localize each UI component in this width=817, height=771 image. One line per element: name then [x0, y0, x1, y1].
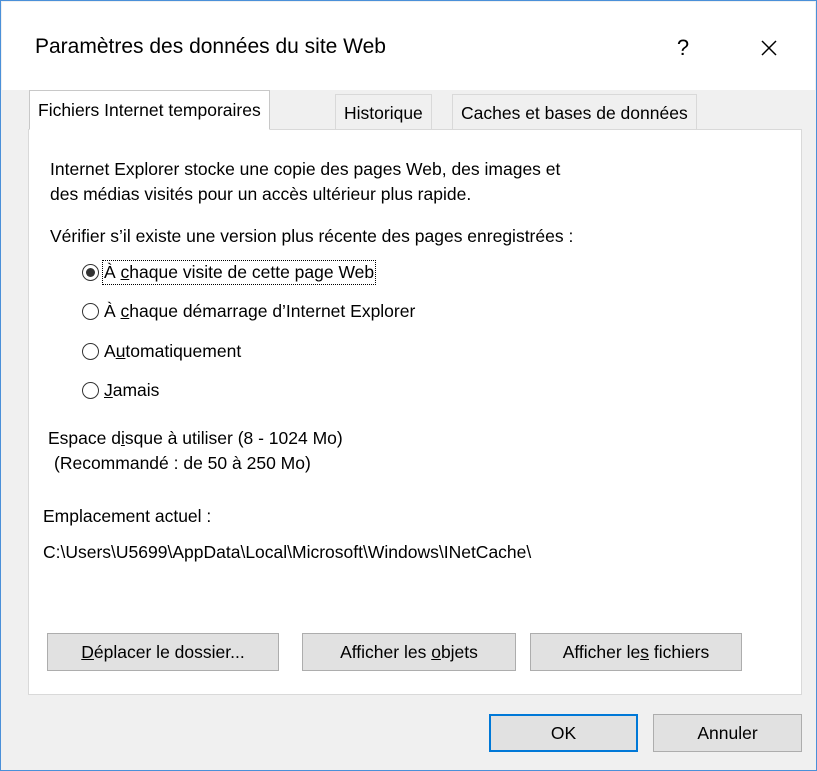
move-folder-button[interactable]: Déplacer le dossier...: [47, 633, 279, 671]
cancel-button[interactable]: Annuler: [653, 714, 802, 752]
disk-recommended-label: (Recommandé : de 50 à 250 Mo): [54, 453, 311, 473]
radio-never[interactable]: Jamais: [82, 377, 159, 403]
radio-automatic[interactable]: Automatiquement: [82, 338, 241, 364]
radio-each-visit[interactable]: À chaque visite de cette page Web: [82, 259, 377, 285]
description-line-1: Internet Explorer stocke une copie des p…: [50, 159, 561, 179]
location-label: Emplacement actuel :: [43, 506, 212, 526]
tab-historique[interactable]: Historique: [335, 94, 432, 130]
radio-label: Jamais: [104, 379, 160, 400]
radio-button[interactable]: [82, 342, 99, 360]
close-icon: [761, 40, 777, 56]
view-files-button[interactable]: Afficher les fichiers: [530, 633, 742, 671]
radio-button[interactable]: [82, 302, 99, 320]
view-objects-button[interactable]: Afficher les objets: [302, 633, 516, 671]
radio-button[interactable]: [82, 381, 99, 399]
close-button[interactable]: [747, 28, 791, 68]
radio-label: Automatiquement: [104, 340, 242, 361]
location-path: C:\Users\U5699\AppData\Local\Microsoft\W…: [43, 542, 532, 562]
tab-caches[interactable]: Caches et bases de données: [452, 94, 697, 130]
help-button[interactable]: ?: [663, 28, 703, 68]
radio-button[interactable]: [82, 263, 99, 281]
radio-label: À chaque démarrage d’Internet Explorer: [104, 300, 416, 321]
tab-fichiers-internet[interactable]: Fichiers Internet temporaires: [29, 90, 270, 130]
radio-label: À chaque visite de cette page Web: [101, 259, 377, 285]
disk-space-label: Espace disque à utiliser (8 - 1024 Mo): [48, 428, 343, 448]
dialog-window: Paramètres des données du site Web ? Fic…: [0, 0, 817, 771]
description-line-2: des médias visités pour un accès ultérie…: [50, 184, 472, 204]
title-bar: Paramètres des données du site Web ?: [2, 2, 815, 90]
check-version-label: Vérifier s’il existe une version plus ré…: [50, 226, 574, 246]
window-title: Paramètres des données du site Web: [35, 35, 386, 58]
radio-selected-dot: [86, 267, 95, 277]
radio-each-start[interactable]: À chaque démarrage d’Internet Explorer: [82, 298, 415, 324]
ok-button[interactable]: OK: [489, 714, 638, 752]
tab-panel: Internet Explorer stocke une copie des p…: [28, 129, 802, 695]
